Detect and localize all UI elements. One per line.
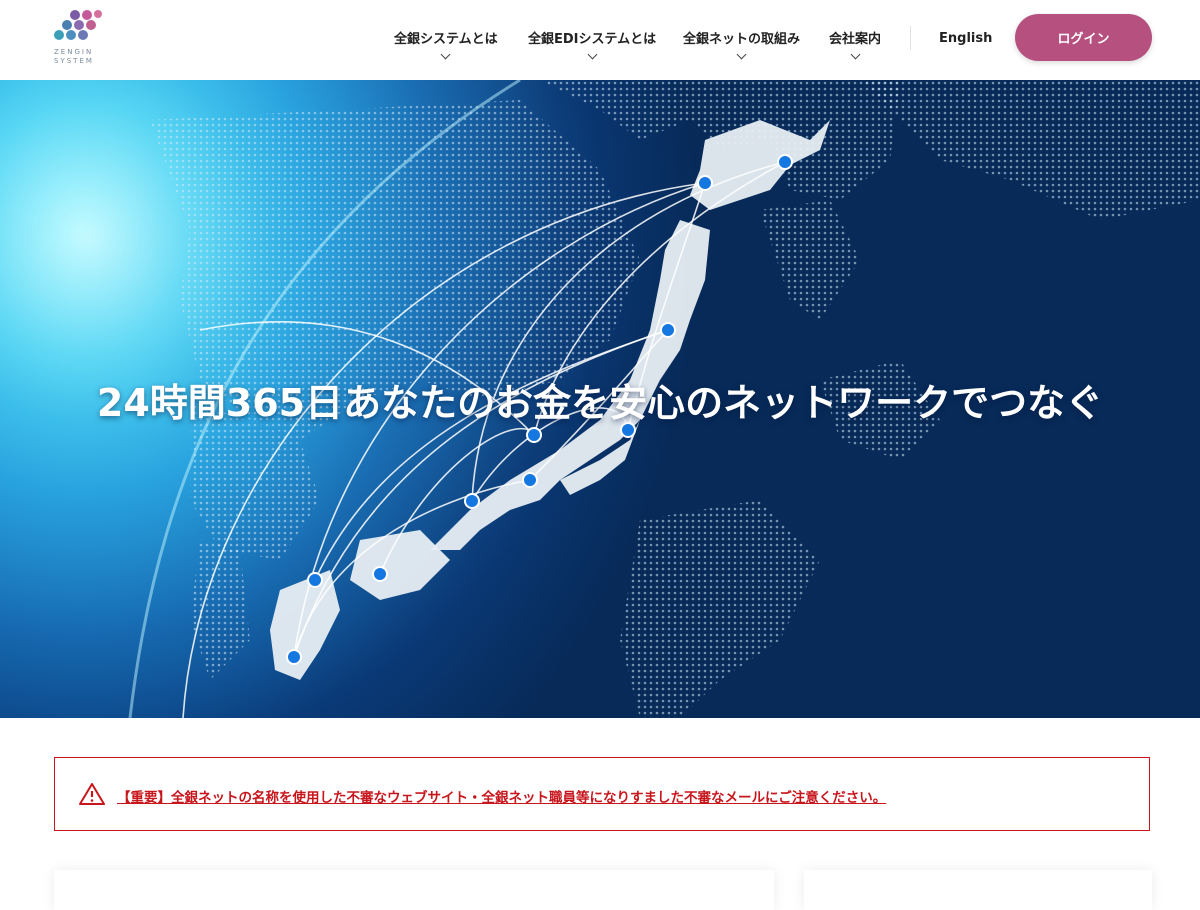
hero-title: 24時間365日あなたのお金を安心のネットワークでつなぐ <box>96 381 1104 425</box>
warning-icon <box>79 783 105 805</box>
nav-divider <box>910 26 911 50</box>
zengin-logo[interactable]: ZENGIN SYSTEM <box>52 8 104 70</box>
nav-item-label: 会社案内 <box>829 32 882 47</box>
nav-item-zengin-system[interactable]: 全銀システムとは <box>394 28 498 60</box>
site-header: ZENGIN SYSTEM 全銀システムとは 全銀EDIシステムとは 全銀ネット… <box>0 0 1200 80</box>
logo-text-line1: ZENGIN <box>54 48 94 56</box>
content-card-main <box>54 870 774 910</box>
hero-banner: 24時間365日あなたのお金を安心のネットワークでつなぐ <box>0 80 1200 718</box>
login-button[interactable]: ログイン <box>1015 14 1152 61</box>
nav-item-initiatives[interactable]: 全銀ネットの取組み <box>683 28 801 60</box>
chevron-down-icon <box>587 49 598 60</box>
nav-item-label: 全銀システムとは <box>394 32 498 47</box>
nav-item-zengin-edi[interactable]: 全銀EDIシステムとは <box>528 28 657 60</box>
notice-link[interactable]: 【重要】全銀ネットの名称を使用した不審なウェブサイト・全銀ネット職員等になりすま… <box>117 786 886 806</box>
chevron-down-icon <box>850 49 860 60</box>
nav-item-label: 全銀EDIシステムとは <box>528 32 657 47</box>
logo-text: ZENGIN SYSTEM <box>54 48 106 66</box>
chevron-down-icon <box>440 49 451 60</box>
nav-item-label: 全銀ネットの取組み <box>683 32 801 47</box>
logo-text-line2: SYSTEM <box>54 57 94 65</box>
chevron-down-icon <box>736 49 747 60</box>
english-link[interactable]: English <box>939 31 992 46</box>
important-notice: 【重要】全銀ネットの名称を使用した不審なウェブサイト・全銀ネット職員等になりすま… <box>54 757 1150 831</box>
nav-item-company[interactable]: 会社案内 <box>829 28 882 60</box>
logo-mark <box>52 8 104 46</box>
content-card-side <box>804 870 1152 910</box>
